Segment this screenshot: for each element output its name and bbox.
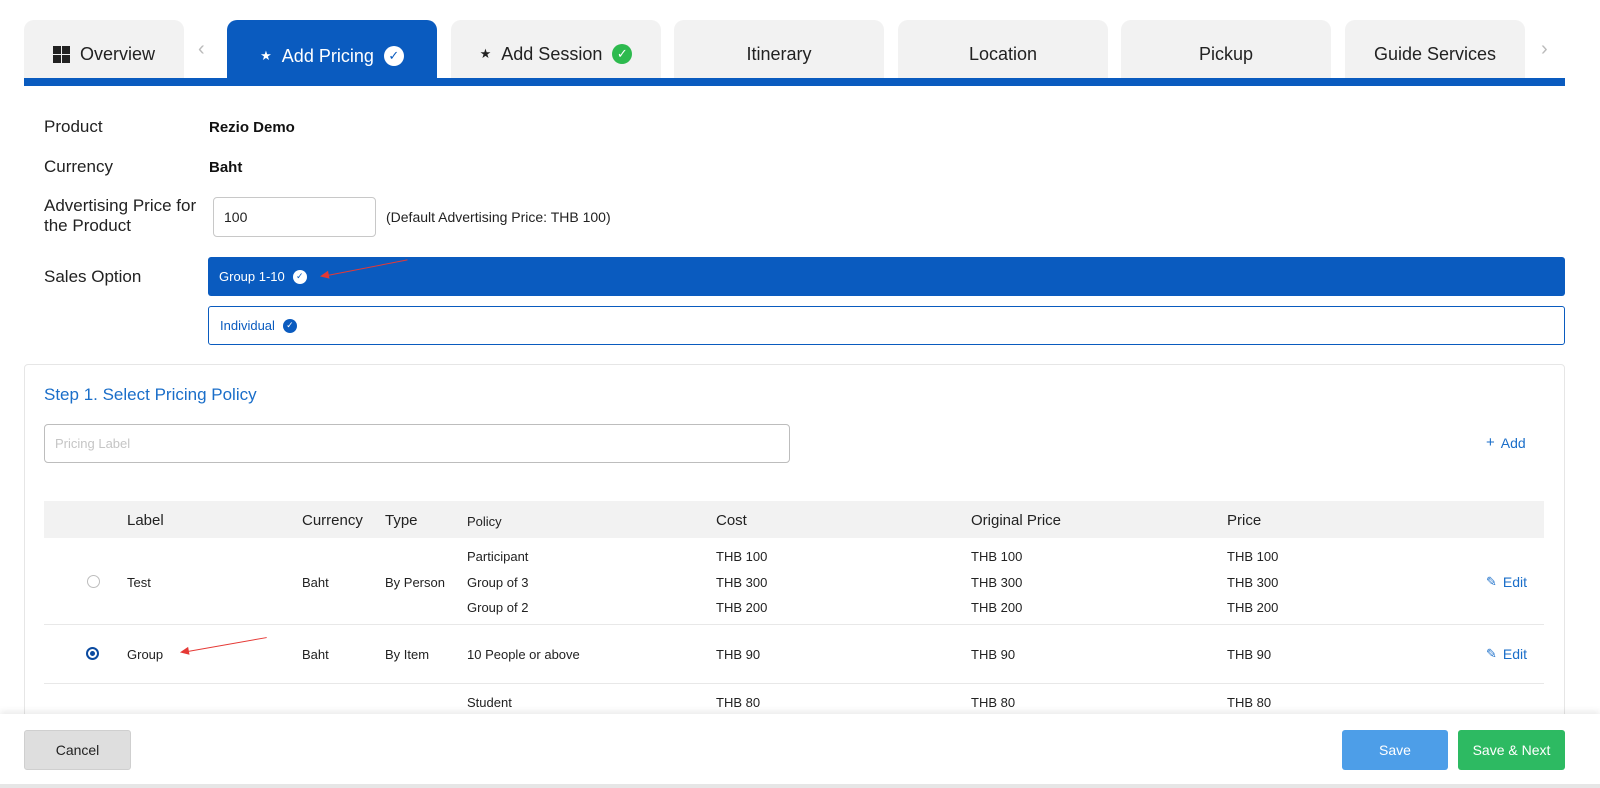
cancel-button[interactable]: Cancel [24, 730, 131, 770]
row-original: THB 200 [971, 600, 1023, 615]
tab-label: Pickup [1198, 43, 1254, 64]
row-policy: Group of 2 [467, 600, 529, 615]
tab-add-pricing[interactable]: ★ Add Pricing ✓ [227, 20, 437, 82]
sales-option-group[interactable]: Group 1-10 ✓ [208, 257, 1565, 296]
advertising-default-note: (Default Advertising Price: THB 100) [386, 209, 611, 225]
row-type: By Person [385, 575, 445, 590]
edit-button[interactable]: ✎ Edit [1486, 646, 1527, 662]
tab-location[interactable]: Location [898, 20, 1108, 78]
tab-underline [24, 78, 1565, 86]
col-policy: Policy [467, 514, 502, 529]
row-cost: THB 80 [716, 695, 761, 710]
plus-icon: + [1486, 434, 1495, 451]
row-label: Test [127, 575, 151, 590]
check-circle-icon: ✓ [292, 269, 307, 284]
tab-label: Guide Services [1373, 43, 1497, 64]
col-original-price: Original Price [971, 512, 1062, 529]
pricing-page: Overview ‹ ★ Add Pricing ✓ ★ Add Session… [0, 0, 1600, 788]
check-icon: ✓ [383, 46, 404, 66]
tab-label: Add Pricing [281, 45, 374, 66]
check-circle-icon: ✓ [282, 318, 297, 333]
product-value: Rezio Demo [209, 119, 295, 136]
tab-guide-services[interactable]: Guide Services [1345, 20, 1525, 78]
check-icon: ✓ [612, 44, 633, 64]
action-footer: Cancel Save Save & Next [0, 714, 1600, 788]
sales-option-label: Group 1-10 [219, 269, 285, 284]
row-original: THB 100 [971, 549, 1023, 564]
row-label: Group [127, 647, 164, 662]
tab-label: Add Session [501, 43, 603, 64]
advertising-label-line1: Advertising Price for [44, 196, 197, 215]
row-price: THB 200 [1227, 600, 1279, 615]
col-label: Label [127, 512, 164, 529]
save-and-next-button[interactable]: Save & Next [1458, 730, 1565, 770]
edit-label: Edit [1502, 646, 1528, 662]
step-tabs: Overview ‹ ★ Add Pricing ✓ ★ Add Session… [24, 20, 1565, 86]
tab-itinerary[interactable]: Itinerary [674, 20, 884, 78]
chevron-right-icon[interactable]: › [1541, 38, 1548, 61]
col-currency: Currency [302, 512, 363, 529]
row-price: THB 100 [1227, 549, 1279, 564]
row-radio[interactable] [86, 647, 99, 660]
row-original: THB 80 [971, 695, 1016, 710]
chevron-left-icon[interactable]: ‹ [198, 38, 205, 61]
pencil-icon: ✎ [1486, 574, 1497, 589]
col-type: Type [385, 512, 418, 529]
product-label: Product [44, 117, 103, 136]
add-pricing-button[interactable]: + Add [1486, 434, 1526, 451]
pricing-label-input[interactable] [44, 424, 790, 463]
col-price: Price [1227, 512, 1262, 529]
tab-label: Overview [79, 43, 155, 64]
row-radio[interactable] [87, 575, 100, 588]
edit-button[interactable]: ✎ Edit [1486, 574, 1527, 590]
edit-label: Edit [1502, 574, 1528, 590]
row-policy: 10 People or above [467, 647, 580, 662]
tab-pickup[interactable]: Pickup [1121, 20, 1331, 78]
sales-option-individual[interactable]: Individual ✓ [208, 306, 1565, 345]
pencil-icon: ✎ [1486, 646, 1497, 661]
currency-label: Currency [44, 157, 113, 176]
row-policy: Student [467, 695, 512, 710]
advertising-label-line2: the Product [44, 216, 131, 235]
row-policy: Participant [467, 549, 529, 564]
row-currency: Baht [302, 647, 329, 662]
row-cost: THB 100 [716, 549, 768, 564]
dashboard-icon [52, 45, 70, 63]
advertising-price-label: Advertising Price for the Product [44, 196, 196, 236]
table-header [44, 501, 1544, 538]
step-title: Step 1. Select Pricing Policy [44, 385, 257, 404]
row-currency: Baht [302, 575, 329, 590]
row-price: THB 300 [1227, 575, 1279, 590]
row-price: THB 80 [1227, 695, 1272, 710]
row-divider [44, 683, 1544, 684]
star-icon: ★ [260, 48, 272, 63]
currency-value: Baht [209, 159, 243, 176]
row-cost: THB 300 [716, 575, 768, 590]
add-label: Add [1500, 434, 1526, 451]
row-price: THB 90 [1227, 647, 1272, 662]
tab-label: Location [968, 43, 1038, 64]
col-cost: Cost [716, 512, 747, 529]
tab-add-session[interactable]: ★ Add Session ✓ [451, 20, 661, 78]
row-policy: Group of 3 [467, 575, 529, 590]
row-cost: THB 200 [716, 600, 768, 615]
tab-overview[interactable]: Overview [24, 20, 184, 78]
save-button[interactable]: Save [1342, 730, 1448, 770]
row-original: THB 90 [971, 647, 1016, 662]
advertising-price-input[interactable] [213, 197, 376, 237]
sales-option-label: Individual [220, 318, 275, 333]
row-original: THB 300 [971, 575, 1023, 590]
row-cost: THB 90 [716, 647, 761, 662]
footer-border [0, 784, 1600, 788]
tab-label: Itinerary [746, 43, 812, 64]
sales-option-label: Sales Option [44, 267, 142, 286]
row-divider [44, 624, 1544, 625]
row-type: By Item [385, 647, 430, 662]
star-icon: ★ [479, 46, 492, 61]
